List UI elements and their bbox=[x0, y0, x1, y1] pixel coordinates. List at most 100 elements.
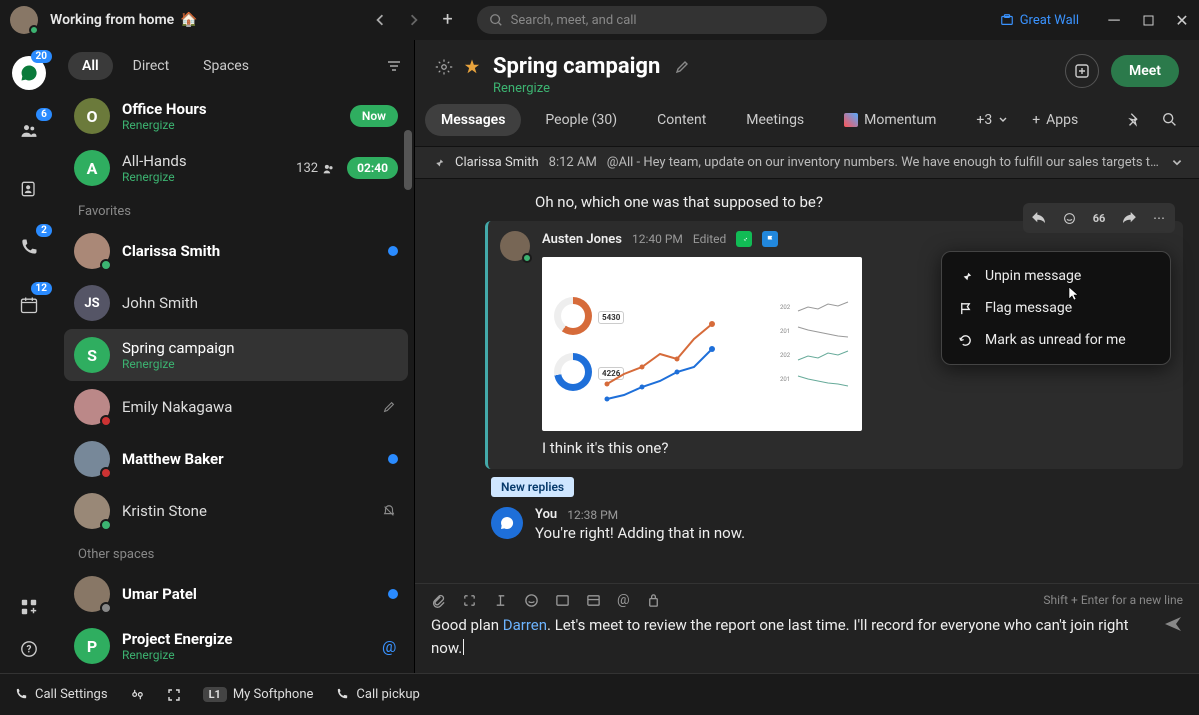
tab-meetings[interactable]: Meetings bbox=[730, 104, 820, 136]
search-placeholder: Search, meet, and call bbox=[511, 13, 637, 28]
org-switcher[interactable]: Great Wall bbox=[1000, 13, 1079, 28]
participant-count: 132 bbox=[296, 161, 335, 176]
dm-clarissa[interactable]: Clarissa Smith bbox=[64, 225, 408, 277]
spaces-sidebar: All Direct Spaces O Office Hours Renergi… bbox=[58, 40, 415, 673]
ctx-flag[interactable]: Flag message bbox=[942, 292, 1170, 324]
tab-messages[interactable]: Messages bbox=[425, 104, 521, 136]
message-actions: 66 ⋯ bbox=[1023, 203, 1175, 233]
tab-more[interactable]: +3 bbox=[960, 104, 1024, 136]
space-project-energize[interactable]: P Project Energize Renergize @ bbox=[64, 620, 408, 672]
softphone-button[interactable]: L1 My Softphone bbox=[203, 687, 314, 702]
audio-settings-icon[interactable] bbox=[130, 687, 145, 702]
tab-spaces[interactable]: Spaces bbox=[189, 52, 263, 80]
forward-icon[interactable] bbox=[1115, 207, 1143, 229]
screenshot-icon[interactable] bbox=[462, 593, 477, 608]
nav-forward-icon[interactable] bbox=[405, 11, 423, 29]
text-caret bbox=[463, 639, 464, 655]
space-org: Renergize bbox=[493, 81, 690, 96]
edit-icon[interactable] bbox=[674, 59, 690, 75]
draft-icon bbox=[382, 400, 398, 414]
pinned-message-bar[interactable]: Clarissa Smith 8:12 AM @All - Hey team, … bbox=[415, 146, 1199, 179]
ctx-unread[interactable]: Mark as unread for me bbox=[942, 324, 1170, 356]
tab-content[interactable]: Content bbox=[641, 104, 722, 136]
gif-icon[interactable] bbox=[555, 593, 570, 608]
space-spring-campaign[interactable]: S Spring campaign Renergize bbox=[64, 329, 408, 381]
react-icon[interactable] bbox=[1055, 207, 1083, 229]
composer-input[interactable]: Good plan Darren. Let's meet to review t… bbox=[431, 614, 1151, 659]
tab-momentum[interactable]: Momentum bbox=[828, 104, 952, 136]
dm-matthew[interactable]: Matthew Baker bbox=[64, 433, 408, 485]
calendar-badge: 12 bbox=[31, 282, 52, 295]
rail-calls[interactable]: 2 bbox=[12, 230, 46, 264]
card-icon[interactable] bbox=[586, 593, 601, 608]
self-avatar[interactable] bbox=[10, 6, 38, 34]
rail-teams[interactable]: 6 bbox=[12, 114, 46, 148]
chart-attachment[interactable]: 5430 4226 bbox=[542, 257, 862, 431]
pinned-indicator-icon bbox=[736, 231, 752, 247]
space-title: Project Energize bbox=[122, 630, 370, 648]
expand-icon[interactable] bbox=[167, 688, 181, 702]
nav-back-icon[interactable] bbox=[371, 11, 389, 29]
unread-dot bbox=[388, 246, 398, 256]
star-icon[interactable] bbox=[463, 58, 481, 76]
gear-icon[interactable] bbox=[435, 58, 453, 76]
timer-badge: 02:40 bbox=[347, 157, 398, 179]
call-pickup-button[interactable]: Call pickup bbox=[335, 687, 419, 702]
search-in-space-icon[interactable] bbox=[1161, 111, 1179, 129]
chevron-down-icon bbox=[998, 115, 1008, 125]
mention-chip[interactable]: Darren bbox=[503, 616, 547, 634]
space-title: Spring campaign bbox=[122, 339, 398, 357]
space-subtitle: Renergize bbox=[122, 170, 284, 184]
dm-emily[interactable]: Emily Nakagawa bbox=[64, 381, 408, 433]
quote-icon[interactable]: 66 bbox=[1085, 207, 1113, 229]
tab-people[interactable]: People (30) bbox=[529, 104, 633, 136]
minimize-icon[interactable]: ─ bbox=[1107, 13, 1121, 27]
dm-john[interactable]: JS John Smith bbox=[64, 277, 408, 329]
rail-apps-icon[interactable] bbox=[17, 595, 41, 619]
svg-text:201: 201 bbox=[780, 328, 790, 335]
reply-icon[interactable] bbox=[1025, 207, 1053, 229]
add-apps-button[interactable]: +Apps bbox=[1032, 112, 1078, 128]
tab-direct[interactable]: Direct bbox=[119, 52, 184, 80]
dm-umar[interactable]: Umar Patel bbox=[64, 568, 408, 620]
bitmoji-icon[interactable] bbox=[646, 593, 661, 608]
emoji-icon[interactable] bbox=[524, 593, 539, 608]
attach-icon[interactable] bbox=[431, 593, 446, 608]
space-office-hours[interactable]: O Office Hours Renergize Now bbox=[64, 90, 408, 142]
close-icon[interactable]: ✕ bbox=[1175, 13, 1189, 27]
rail-messaging[interactable]: 20 bbox=[12, 56, 46, 90]
mute-icon bbox=[382, 504, 398, 518]
chevron-down-icon[interactable] bbox=[1171, 157, 1183, 169]
tab-all[interactable]: All bbox=[68, 52, 113, 80]
send-icon[interactable] bbox=[1163, 614, 1183, 634]
rail-calendar[interactable]: 12 bbox=[12, 288, 46, 322]
mention-icon[interactable]: @ bbox=[617, 592, 630, 608]
maximize-icon[interactable] bbox=[1141, 13, 1155, 27]
status-label: Working from home bbox=[50, 12, 174, 28]
add-app-icon[interactable] bbox=[1065, 54, 1099, 88]
filter-icon[interactable] bbox=[386, 58, 402, 74]
status-emoji: 🏠 bbox=[180, 12, 197, 28]
contact-name: Kristin Stone bbox=[122, 502, 370, 520]
message-list[interactable]: Oh no, which one was that supposed to be… bbox=[415, 179, 1199, 583]
rail-contacts[interactable] bbox=[12, 172, 46, 206]
now-badge: Now bbox=[350, 105, 398, 127]
global-search[interactable]: Search, meet, and call bbox=[477, 6, 827, 34]
pin-toggle-icon[interactable] bbox=[1125, 111, 1143, 129]
more-actions-icon[interactable]: ⋯ bbox=[1145, 207, 1173, 229]
pinned-time: 8:12 AM bbox=[549, 155, 597, 170]
dm-kristin[interactable]: Kristin Stone bbox=[64, 485, 408, 537]
mouse-cursor bbox=[1068, 286, 1080, 302]
rail-help-icon[interactable]: ? bbox=[17, 637, 41, 661]
contact-name: Clarissa Smith bbox=[122, 242, 376, 260]
message-time: 12:38 PM bbox=[567, 508, 618, 522]
meet-button[interactable]: Meet bbox=[1111, 55, 1179, 87]
ctx-unpin[interactable]: Unpin message bbox=[942, 260, 1170, 292]
call-settings-button[interactable]: Call Settings bbox=[14, 687, 108, 702]
format-icon[interactable] bbox=[493, 593, 508, 608]
status-text[interactable]: Working from home 🏠 bbox=[50, 12, 198, 28]
space-all-hands[interactable]: A All-Hands Renergize 132 02:40 bbox=[64, 142, 408, 194]
messaging-badge: 20 bbox=[31, 50, 52, 63]
conversation-pane: Spring campaign Renergize Meet Messages … bbox=[415, 40, 1199, 673]
new-item-icon[interactable]: + bbox=[439, 11, 457, 29]
